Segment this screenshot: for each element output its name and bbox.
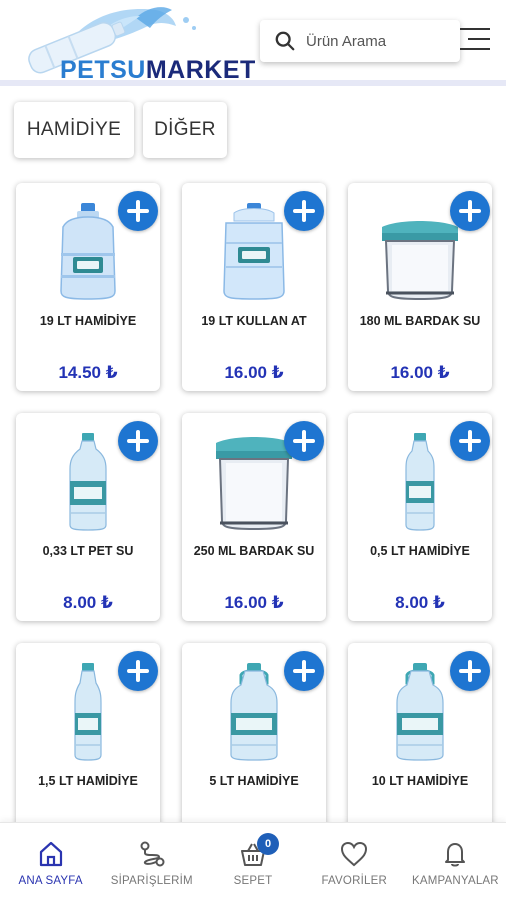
product-name: 0,5 LT HAMİDİYE (370, 544, 470, 558)
bottom-nav: ANA SAYFA SİPARİŞLERİM 0 SEPET FAVORİLER (0, 822, 506, 900)
nav-label: KAMPANYALAR (412, 875, 499, 887)
nav-label: SEPET (233, 875, 273, 887)
bell-icon (445, 843, 466, 867)
product-card[interactable]: 250 ML BARDAK SU 16.00 ₺ (182, 413, 326, 621)
cart-count-badge: 0 (257, 833, 280, 855)
add-to-cart-button[interactable] (284, 421, 324, 461)
add-to-cart-button[interactable] (450, 421, 490, 461)
product-name: 5 LT HAMİDİYE (209, 774, 299, 788)
logo[interactable]: PETSUMARKET (16, 4, 256, 84)
add-to-cart-button[interactable] (118, 651, 158, 691)
product-price: 14.50 ₺ (58, 363, 118, 382)
product-price: 16.00 ₺ (390, 363, 450, 382)
search-bar[interactable] (260, 20, 460, 62)
product-card[interactable]: 0,5 LT HAMİDİYE 8.00 ₺ (348, 413, 492, 621)
product-price: 16.00 ₺ (224, 363, 284, 382)
product-card[interactable]: 5 LT HAMİDİYE (182, 643, 326, 851)
product-name: 10 LT HAMİDİYE (371, 774, 469, 788)
product-price: 8.00 ₺ (395, 593, 445, 612)
nav-item-home[interactable]: ANA SAYFA (0, 823, 101, 900)
category-chips: HAMİDİYE DİĞER (14, 102, 227, 158)
nav-label: FAVORİLER (321, 875, 387, 887)
add-to-cart-button[interactable] (118, 191, 158, 231)
search-input[interactable] (306, 32, 446, 50)
add-to-cart-button[interactable] (284, 191, 324, 231)
product-name: 0,33 LT PET SU (42, 544, 134, 558)
product-card[interactable]: 1,5 LT HAMİDİYE (16, 643, 160, 851)
header: PETSUMARKET (0, 0, 506, 86)
route-icon (140, 841, 165, 867)
product-card[interactable]: 19 LT HAMİDİYE 14.50 ₺ (16, 183, 160, 391)
nav-label: ANA SAYFA (18, 875, 83, 887)
add-to-cart-button[interactable] (284, 651, 324, 691)
product-card[interactable]: 19 LT KULLAN AT 16.00 ₺ (182, 183, 326, 391)
add-to-cart-button[interactable] (118, 421, 158, 461)
product-grid: 19 LT HAMİDİYE 14.50 ₺ 19 LT KULLAN AT 1… (16, 183, 492, 851)
header-divider (0, 80, 506, 86)
add-to-cart-button[interactable] (450, 191, 490, 231)
product-card[interactable]: 180 ML BARDAK SU 16.00 ₺ (348, 183, 492, 391)
nav-label: SİPARİŞLERİM (110, 875, 193, 887)
hamburger-menu-icon[interactable] (460, 28, 492, 54)
nav-item-favorites[interactable]: FAVORİLER (304, 823, 405, 900)
product-name: 250 ML BARDAK SU (193, 544, 315, 558)
nav-item-campaigns[interactable]: KAMPANYALAR (405, 823, 506, 900)
product-price: 16.00 ₺ (224, 593, 284, 612)
product-name: 1,5 LT HAMİDİYE (38, 774, 138, 788)
search-icon (275, 31, 295, 51)
product-name: 19 LT HAMİDİYE (39, 314, 137, 328)
add-to-cart-button[interactable] (450, 651, 490, 691)
product-card[interactable]: 10 LT HAMİDİYE (348, 643, 492, 851)
product-name: 180 ML BARDAK SU (359, 314, 481, 328)
nav-item-orders[interactable]: SİPARİŞLERİM (101, 823, 202, 900)
product-price: 8.00 ₺ (63, 593, 113, 612)
category-chip-diger[interactable]: DİĞER (143, 102, 227, 158)
home-icon (39, 841, 62, 867)
product-name: 19 LT KULLAN AT (201, 314, 307, 328)
nav-item-cart[interactable]: 0 SEPET (202, 823, 303, 900)
product-card[interactable]: 0,33 LT PET SU 8.00 ₺ (16, 413, 160, 621)
heart-icon (341, 841, 368, 867)
category-chip-hamidiye[interactable]: HAMİDİYE (14, 102, 134, 158)
